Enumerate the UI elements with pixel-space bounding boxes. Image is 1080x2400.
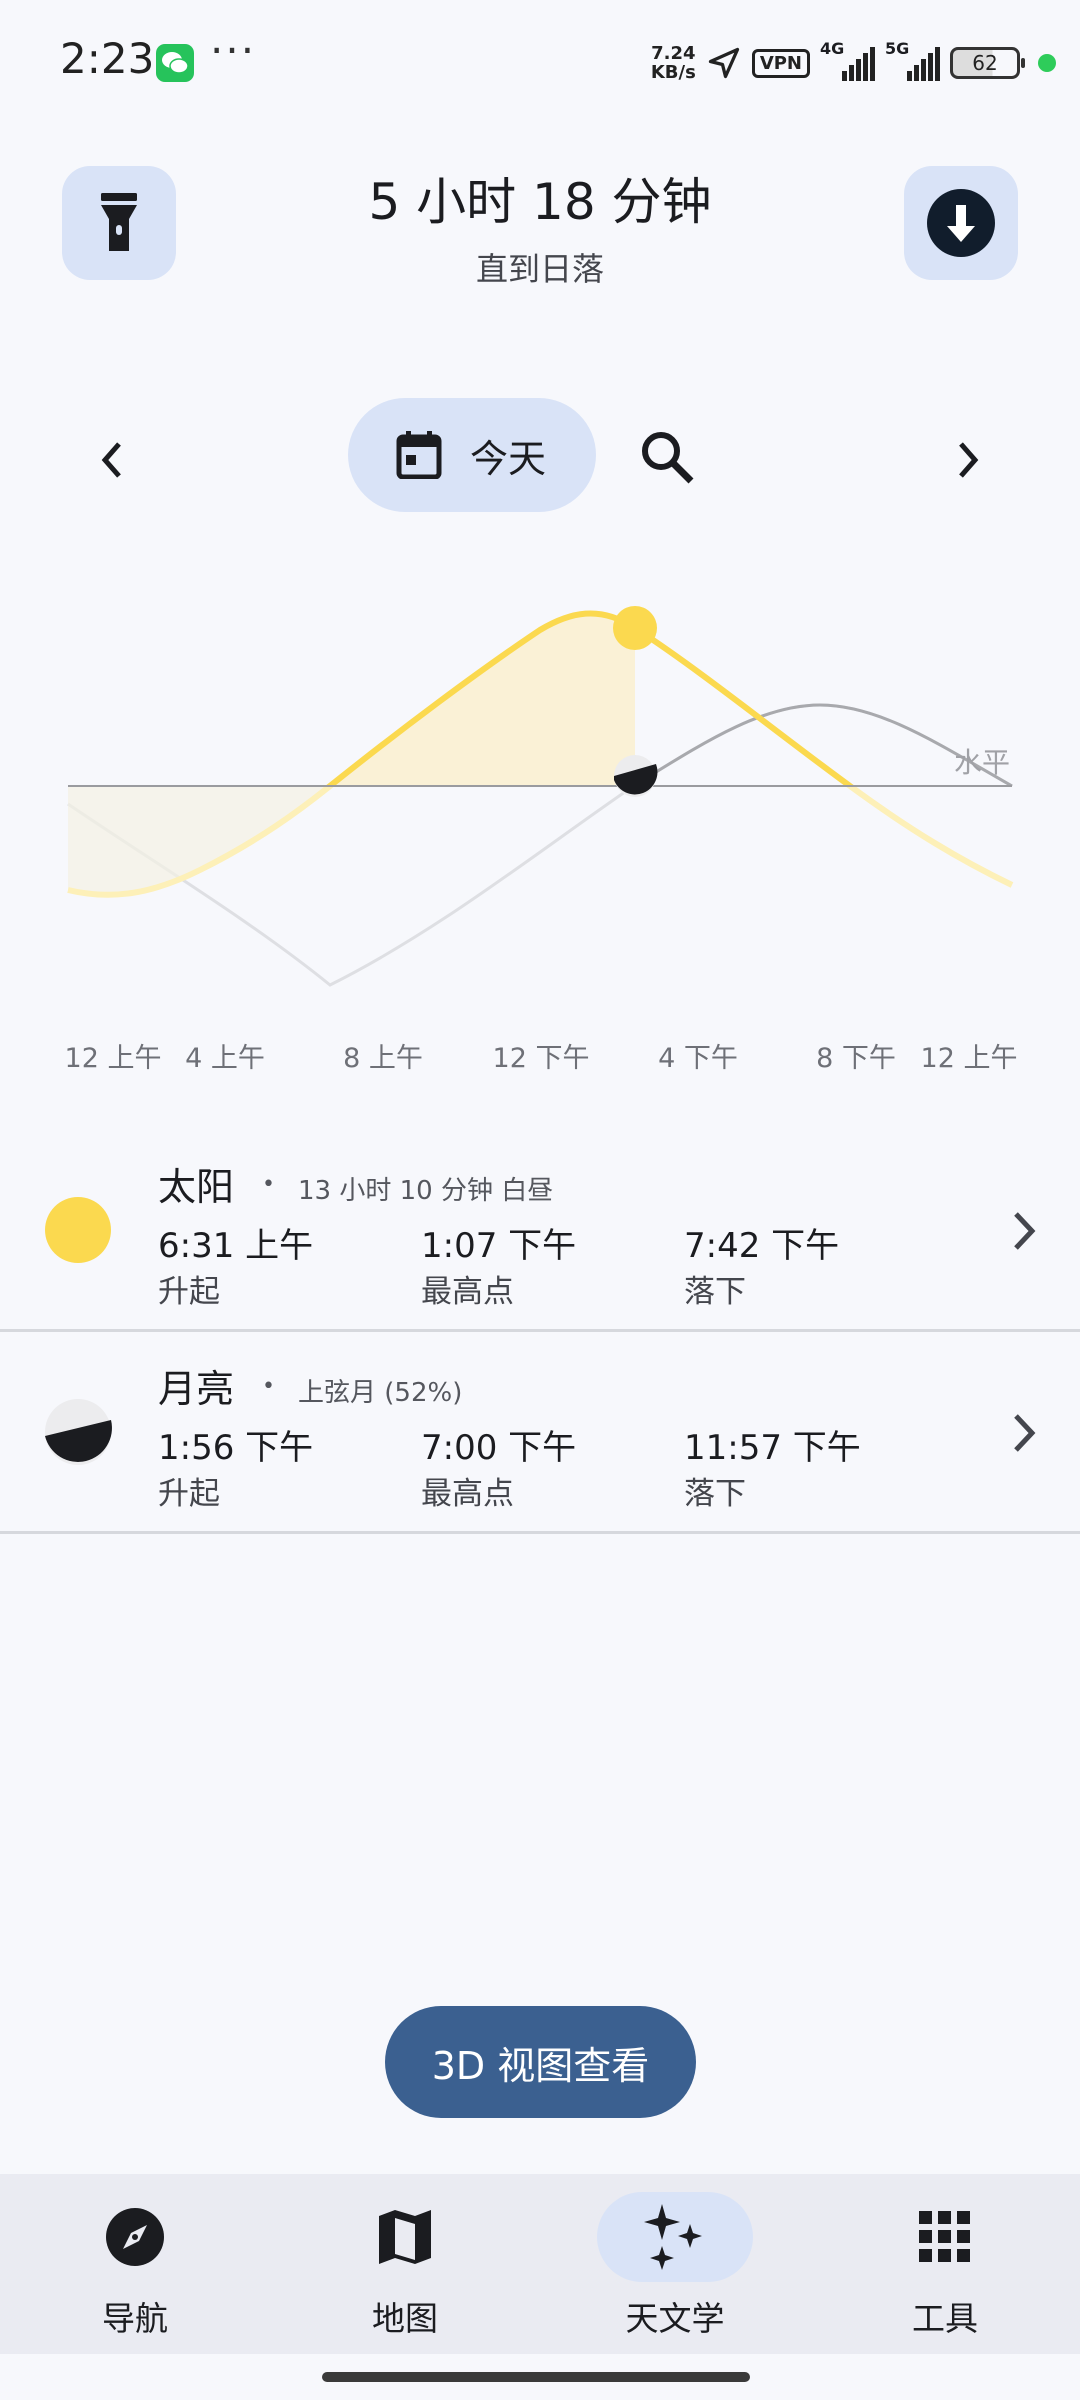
map-icon [379,2210,431,2264]
next-day-button[interactable] [938,430,998,490]
download-icon [927,189,995,257]
moon-name: 月亮 [158,1367,235,1411]
sun-day-fill [330,613,635,786]
moon-icon [45,1399,112,1465]
nav-item-navigation[interactable]: 导航 [0,2174,270,2354]
sun-night-fill [68,786,330,895]
chevron-right-icon [959,442,979,478]
calendar-icon [396,431,442,479]
home-indicator[interactable] [322,2372,750,2382]
moonrise-label: 升起 [158,1476,220,1512]
nav-item-astronomy[interactable]: 天文学 [540,2174,810,2354]
nav-label-navigation: 导航 [102,2299,168,2338]
nav-label-tools: 工具 [912,2299,978,2338]
vpn-badge: VPN [751,48,810,78]
search-button[interactable] [632,422,702,492]
chevron-right-icon [1014,1212,1036,1250]
download-button[interactable] [904,166,1018,280]
signal-4g-icon: 4G [820,39,875,81]
privacy-dot [1038,54,1056,72]
sunrise-time: 6:31 上午 [158,1226,314,1266]
moon-phase: 上弦月 (52%) [298,1378,463,1408]
sunrise-label: 升起 [158,1274,220,1310]
nav-label-astronomy: 天文学 [625,2299,725,2338]
wechat-icon [156,44,194,82]
date-label: 今天 [470,436,547,481]
tick-8am: 8 上午 [343,1043,423,1074]
date-picker-button[interactable]: 今天 [348,398,596,512]
moon-position-marker [614,755,658,797]
moon-peak-time: 7:00 下午 [421,1428,577,1468]
moonset-label: 落下 [684,1476,746,1512]
tick-12am-start: 12 上午 [64,1043,162,1074]
moonset-time: 11:57 下午 [684,1428,861,1468]
sparkle-icon [644,2204,702,2270]
sun-row[interactable]: 太阳 • 13 小时 10 分钟 白昼 6:31 上午 升起 1:07 下午 最… [0,1130,1080,1332]
status-time: 2:23 [60,34,155,83]
sun-daylight-duration: 13 小时 10 分钟 白昼 [298,1176,554,1206]
battery-icon: 62 [950,47,1025,79]
search-icon [642,432,694,484]
nav-item-tools[interactable]: 工具 [810,2174,1080,2354]
more-notifications-icon: ··· [210,26,257,75]
location-arrow-icon [708,47,739,79]
sunset-label: 落下 [684,1274,746,1310]
bullet-separator: • [262,1374,275,1399]
tick-12pm: 12 下午 [492,1043,590,1074]
moon-row[interactable]: 月亮 • 上弦月 (52%) 1:56 下午 升起 7:00 下午 最高点 11… [0,1332,1080,1534]
sun-peak-label: 最高点 [421,1274,514,1310]
chevron-right-icon [1014,1414,1036,1452]
bullet-separator: • [262,1172,275,1197]
moonrise-time: 1:56 下午 [158,1428,314,1468]
tick-8pm: 8 下午 [816,1043,896,1074]
bottom-navigation: 导航 地图 天文学 工具 [0,2174,1080,2354]
nav-item-map[interactable]: 地图 [270,2174,540,2354]
chevron-left-icon [101,442,121,478]
nav-label-map: 地图 [372,2299,438,2338]
network-speed: 7.24 KB/s [650,43,696,83]
sun-icon [45,1197,111,1263]
grid-icon [919,2211,970,2262]
tick-4am: 4 上午 [185,1043,265,1074]
view-3d-button[interactable]: 3D 视图查看 [385,2006,696,2118]
sun-moon-altitude-chart: 水平 [67,606,1014,987]
sunset-time: 7:42 下午 [684,1226,840,1266]
sun-position-marker [613,606,657,650]
tick-4pm: 4 下午 [658,1043,738,1074]
moon-peak-label: 最高点 [421,1476,514,1512]
sun-peak-time: 1:07 下午 [421,1226,577,1266]
signal-5g-icon: 5G [885,39,940,81]
tick-12am-end: 12 上午 [920,1043,1018,1074]
status-indicators: 7.24 KB/s VPN 4G 5G 62 [651,38,1056,88]
status-bar: 2:23 ··· 7.24 KB/s VPN 4G 5G 62 [0,0,1080,130]
previous-day-button[interactable] [82,430,142,490]
sun-name: 太阳 [158,1165,235,1209]
compass-icon [106,2208,164,2266]
horizon-label: 水平 [954,746,1010,779]
